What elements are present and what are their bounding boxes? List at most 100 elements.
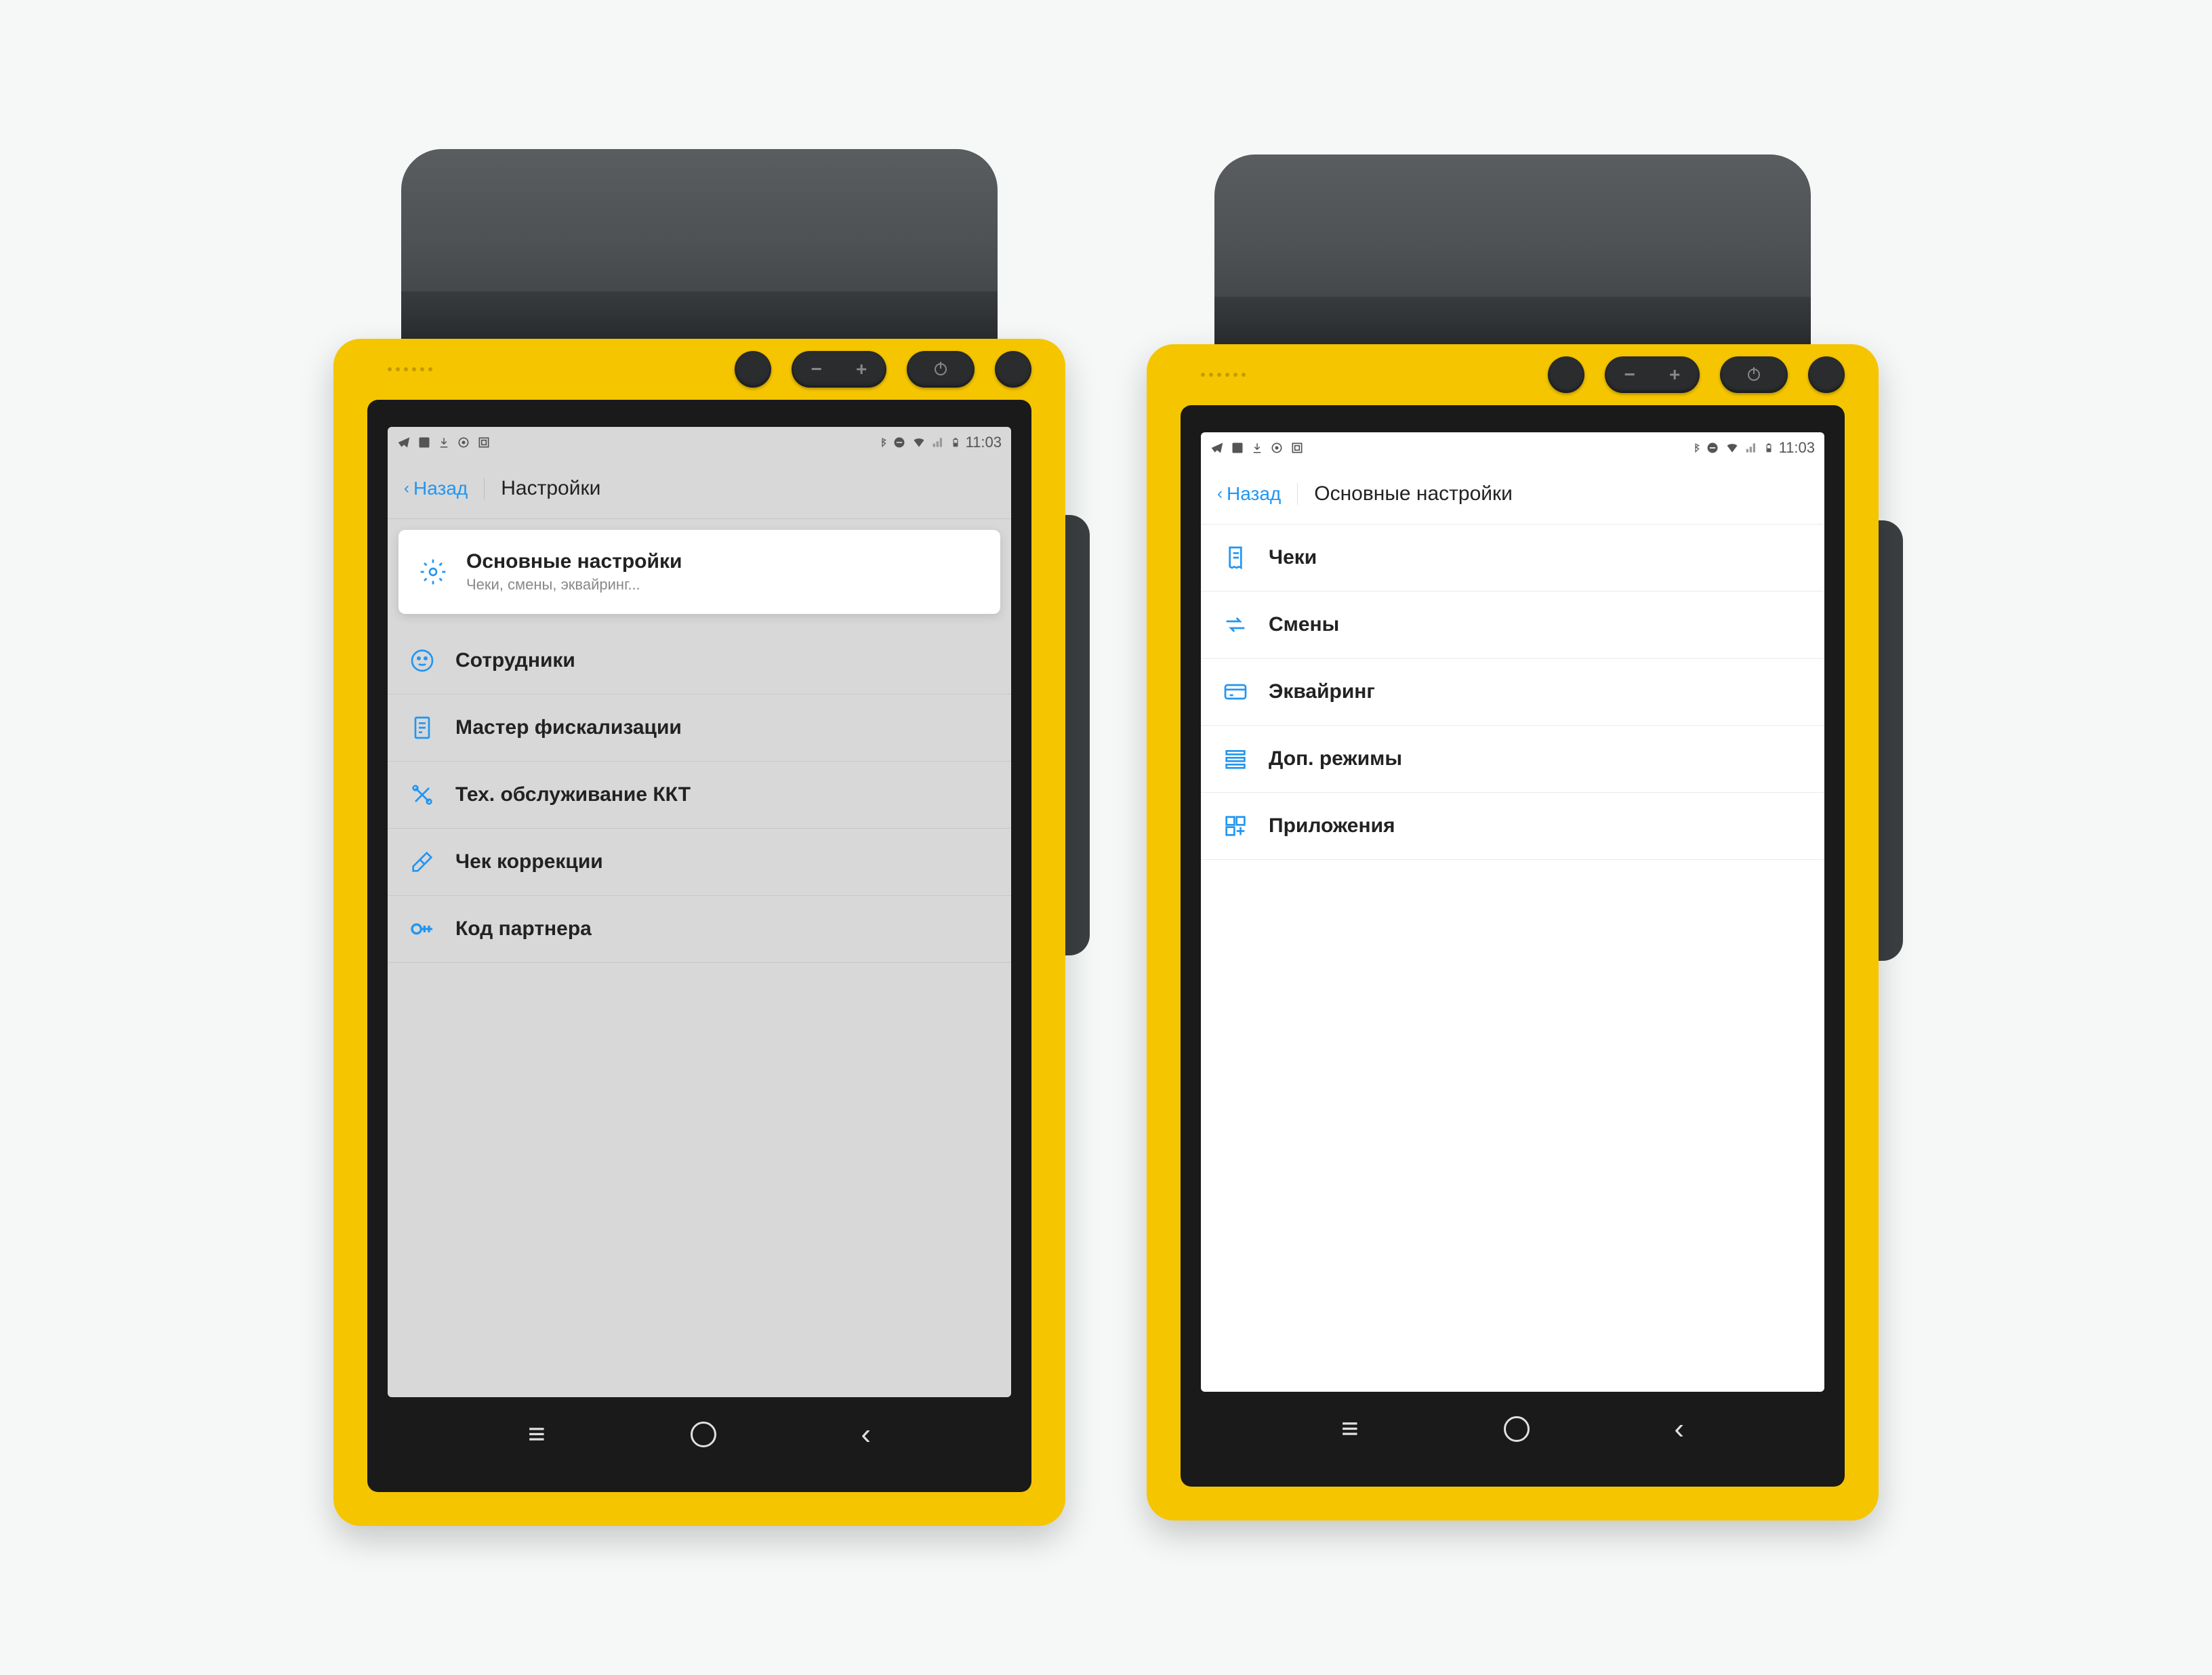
- settings-item-correction[interactable]: Чек коррекции: [388, 829, 1011, 896]
- hardware-button-2[interactable]: [995, 351, 1031, 388]
- apps-icon: [1221, 812, 1250, 840]
- android-nav-bar: ≡ ‹: [1201, 1392, 1824, 1466]
- home-button[interactable]: [1504, 1416, 1530, 1442]
- bluetooth-icon: [878, 436, 887, 449]
- pos-device-right: −+: [1147, 154, 1879, 1521]
- screen-frame: 11:03 ‹ Назад Настройки Основные наст: [367, 400, 1031, 1492]
- item-subtitle: Чеки, смены, эквайринг...: [466, 576, 980, 594]
- telegram-icon: [397, 436, 411, 449]
- fiscal-icon: [408, 714, 436, 742]
- printer-cover: [1214, 154, 1811, 344]
- screen: 11:03 ‹ Назад Настройки Основные наст: [388, 427, 1011, 1397]
- back-nav-button[interactable]: ‹: [861, 1418, 871, 1451]
- card-icon: [1221, 678, 1250, 706]
- settings-item-acquiring[interactable]: Эквайринг: [1201, 659, 1824, 726]
- screen: 11:03 ‹ Назад Основные настройки Чеки: [1201, 432, 1824, 1392]
- dnd-icon: [1706, 441, 1719, 455]
- item-title: Смены: [1269, 613, 1804, 636]
- status-time: 11:03: [966, 434, 1002, 451]
- volume-buttons[interactable]: −+: [1605, 356, 1700, 393]
- settings-list: Чеки Смены Эквайринг Доп. режимы: [1201, 524, 1824, 1392]
- key-icon: [408, 915, 436, 943]
- signal-icon: [932, 436, 945, 449]
- image-icon: [417, 436, 431, 449]
- page-title: Основные настройки: [1298, 482, 1513, 505]
- home-button[interactable]: [691, 1422, 716, 1447]
- chevron-left-icon: ‹: [404, 479, 409, 498]
- shifts-icon: [1221, 611, 1250, 639]
- settings-item-apps[interactable]: Приложения: [1201, 793, 1824, 860]
- square-icon: [477, 436, 491, 449]
- volume-buttons[interactable]: −+: [792, 351, 886, 388]
- hardware-button-1[interactable]: [735, 351, 771, 388]
- wifi-icon: [1725, 441, 1740, 455]
- pos-device-left: −+: [333, 149, 1065, 1526]
- settings-item-fiscal[interactable]: Мастер фискализации: [388, 695, 1011, 762]
- item-title: Приложения: [1269, 814, 1804, 838]
- speaker-grille: [388, 367, 432, 371]
- target-icon: [1270, 441, 1284, 455]
- settings-list: Основные настройки Чеки, смены, эквайрин…: [388, 530, 1011, 1397]
- back-label: Назад: [413, 478, 468, 499]
- power-button[interactable]: [907, 351, 975, 388]
- item-title: Чек коррекции: [455, 850, 991, 873]
- item-title: Тех. обслуживание ККТ: [455, 783, 991, 806]
- battery-icon: [951, 435, 960, 450]
- download-icon: [1251, 441, 1263, 455]
- status-bar: 11:03: [1201, 432, 1824, 463]
- nav-header: ‹ Назад Настройки: [388, 458, 1011, 519]
- speaker-grille: [1201, 373, 1246, 377]
- back-nav-button[interactable]: ‹: [1674, 1412, 1684, 1446]
- tools-icon: [408, 781, 436, 809]
- square-icon: [1290, 441, 1304, 455]
- status-bar: 11:03: [388, 427, 1011, 458]
- hardware-button-2[interactable]: [1808, 356, 1845, 393]
- side-grip: [1869, 520, 1903, 961]
- image-icon: [1231, 441, 1244, 455]
- settings-item-main[interactable]: Основные настройки Чеки, смены, эквайрин…: [398, 530, 1000, 614]
- item-title: Основные настройки: [466, 550, 980, 573]
- chevron-left-icon: ‹: [1217, 484, 1223, 503]
- hardware-buttons: −+: [1147, 344, 1879, 405]
- settings-item-modes[interactable]: Доп. режимы: [1201, 726, 1824, 793]
- menu-button[interactable]: ≡: [1341, 1414, 1359, 1444]
- hardware-button-1[interactable]: [1548, 356, 1584, 393]
- side-grip: [1056, 515, 1090, 955]
- eraser-icon: [408, 848, 436, 876]
- item-title: Сотрудники: [455, 649, 991, 672]
- android-nav-bar: ≡ ‹: [388, 1397, 1011, 1472]
- settings-item-partner-code[interactable]: Код партнера: [388, 896, 1011, 963]
- battery-icon: [1764, 440, 1774, 455]
- download-icon: [438, 436, 450, 449]
- hardware-buttons: −+: [333, 339, 1065, 400]
- item-title: Чеки: [1269, 546, 1804, 569]
- wifi-icon: [912, 436, 926, 449]
- item-title: Эквайринг: [1269, 680, 1804, 703]
- modes-icon: [1221, 745, 1250, 773]
- screen-frame: 11:03 ‹ Назад Основные настройки Чеки: [1181, 405, 1845, 1487]
- receipt-icon: [1221, 543, 1250, 572]
- employee-icon: [408, 646, 436, 675]
- telegram-icon: [1210, 441, 1224, 455]
- settings-item-maintenance[interactable]: Тех. обслуживание ККТ: [388, 762, 1011, 829]
- gear-icon: [419, 558, 447, 586]
- settings-item-receipts[interactable]: Чеки: [1201, 524, 1824, 592]
- settings-item-employees[interactable]: Сотрудники: [388, 627, 1011, 695]
- status-time: 11:03: [1779, 439, 1815, 457]
- back-label: Назад: [1227, 483, 1281, 505]
- nav-header: ‹ Назад Основные настройки: [1201, 463, 1824, 524]
- bluetooth-icon: [1691, 441, 1700, 455]
- back-button[interactable]: ‹ Назад: [404, 478, 485, 499]
- device-body: −+: [1147, 344, 1879, 1521]
- target-icon: [457, 436, 470, 449]
- menu-button[interactable]: ≡: [528, 1420, 546, 1449]
- power-button[interactable]: [1720, 356, 1788, 393]
- item-title: Доп. режимы: [1269, 747, 1804, 770]
- printer-cover: [401, 149, 998, 339]
- back-button[interactable]: ‹ Назад: [1217, 483, 1298, 505]
- signal-icon: [1745, 441, 1759, 455]
- page-title: Настройки: [485, 477, 600, 500]
- dnd-icon: [893, 436, 906, 449]
- item-title: Мастер фискализации: [455, 716, 991, 739]
- settings-item-shifts[interactable]: Смены: [1201, 592, 1824, 659]
